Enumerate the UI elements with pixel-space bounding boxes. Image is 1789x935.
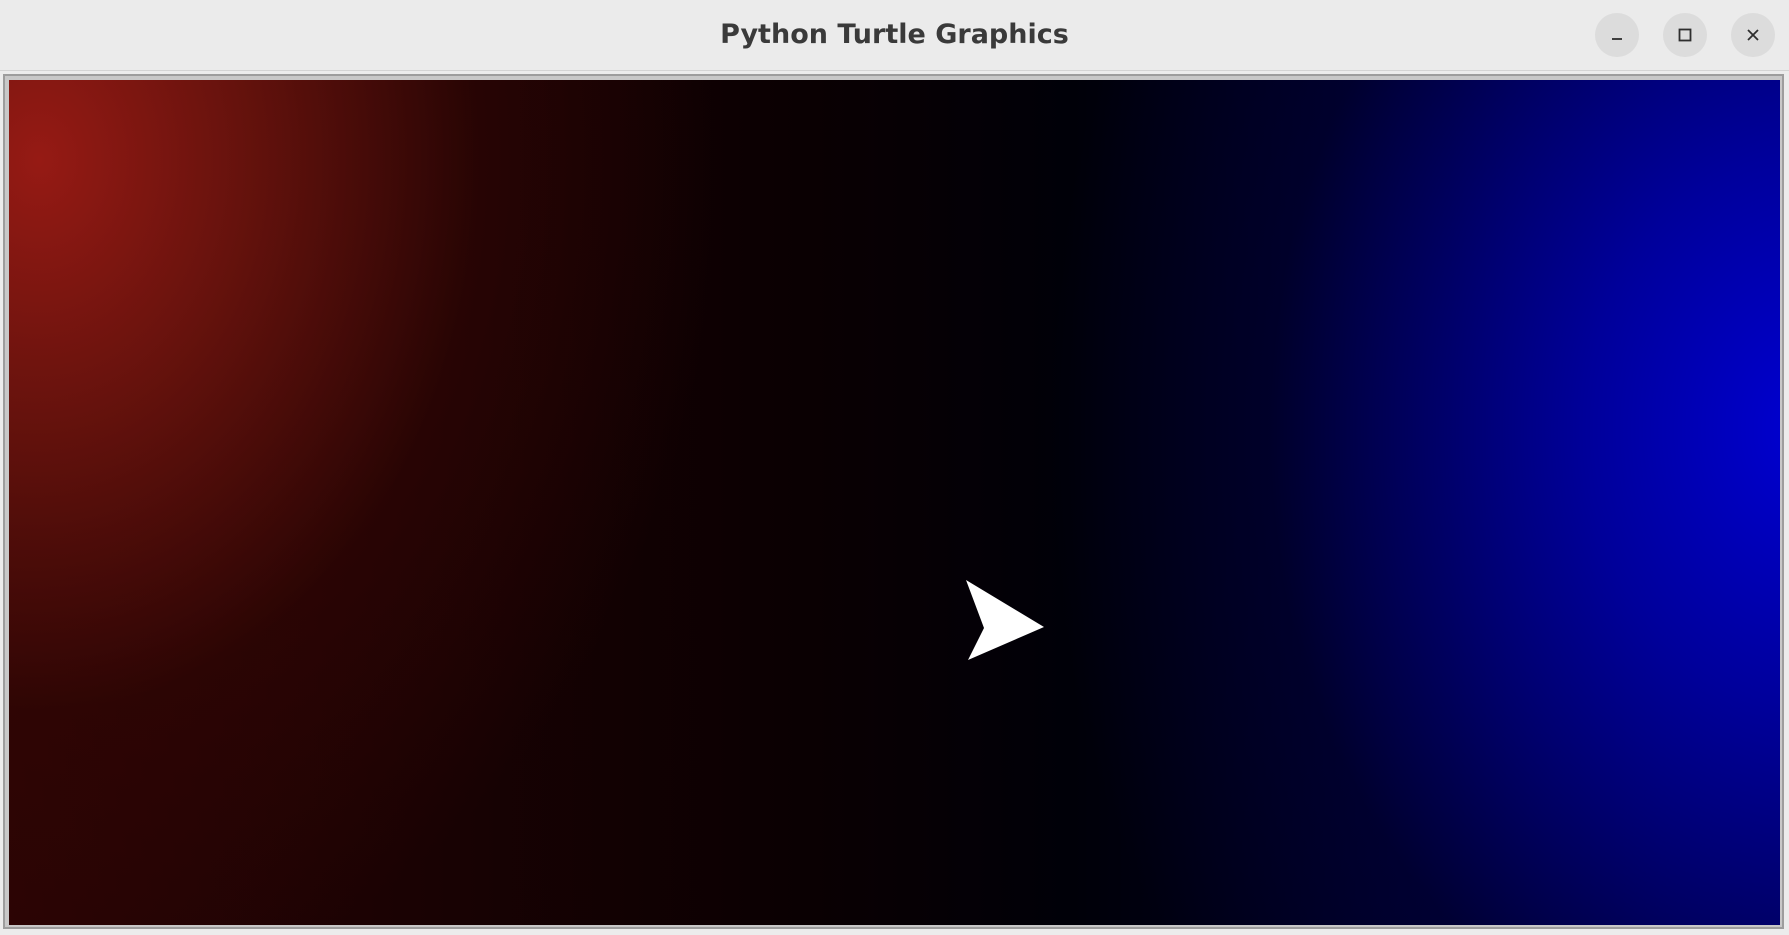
minimize-button[interactable] — [1595, 13, 1639, 57]
window-title: Python Turtle Graphics — [720, 19, 1069, 50]
turtle-window: Python Turtle Graphics — [0, 0, 1789, 935]
minimize-icon — [1612, 38, 1622, 40]
maximize-button[interactable] — [1663, 13, 1707, 57]
turtle-canvas[interactable] — [9, 80, 1780, 925]
title-bar[interactable]: Python Turtle Graphics — [0, 0, 1789, 71]
close-icon — [1747, 29, 1759, 41]
turtle-arrow-icon — [966, 580, 1044, 660]
close-button[interactable] — [1731, 13, 1775, 57]
canvas-frame — [3, 74, 1784, 929]
maximize-icon — [1678, 28, 1692, 42]
